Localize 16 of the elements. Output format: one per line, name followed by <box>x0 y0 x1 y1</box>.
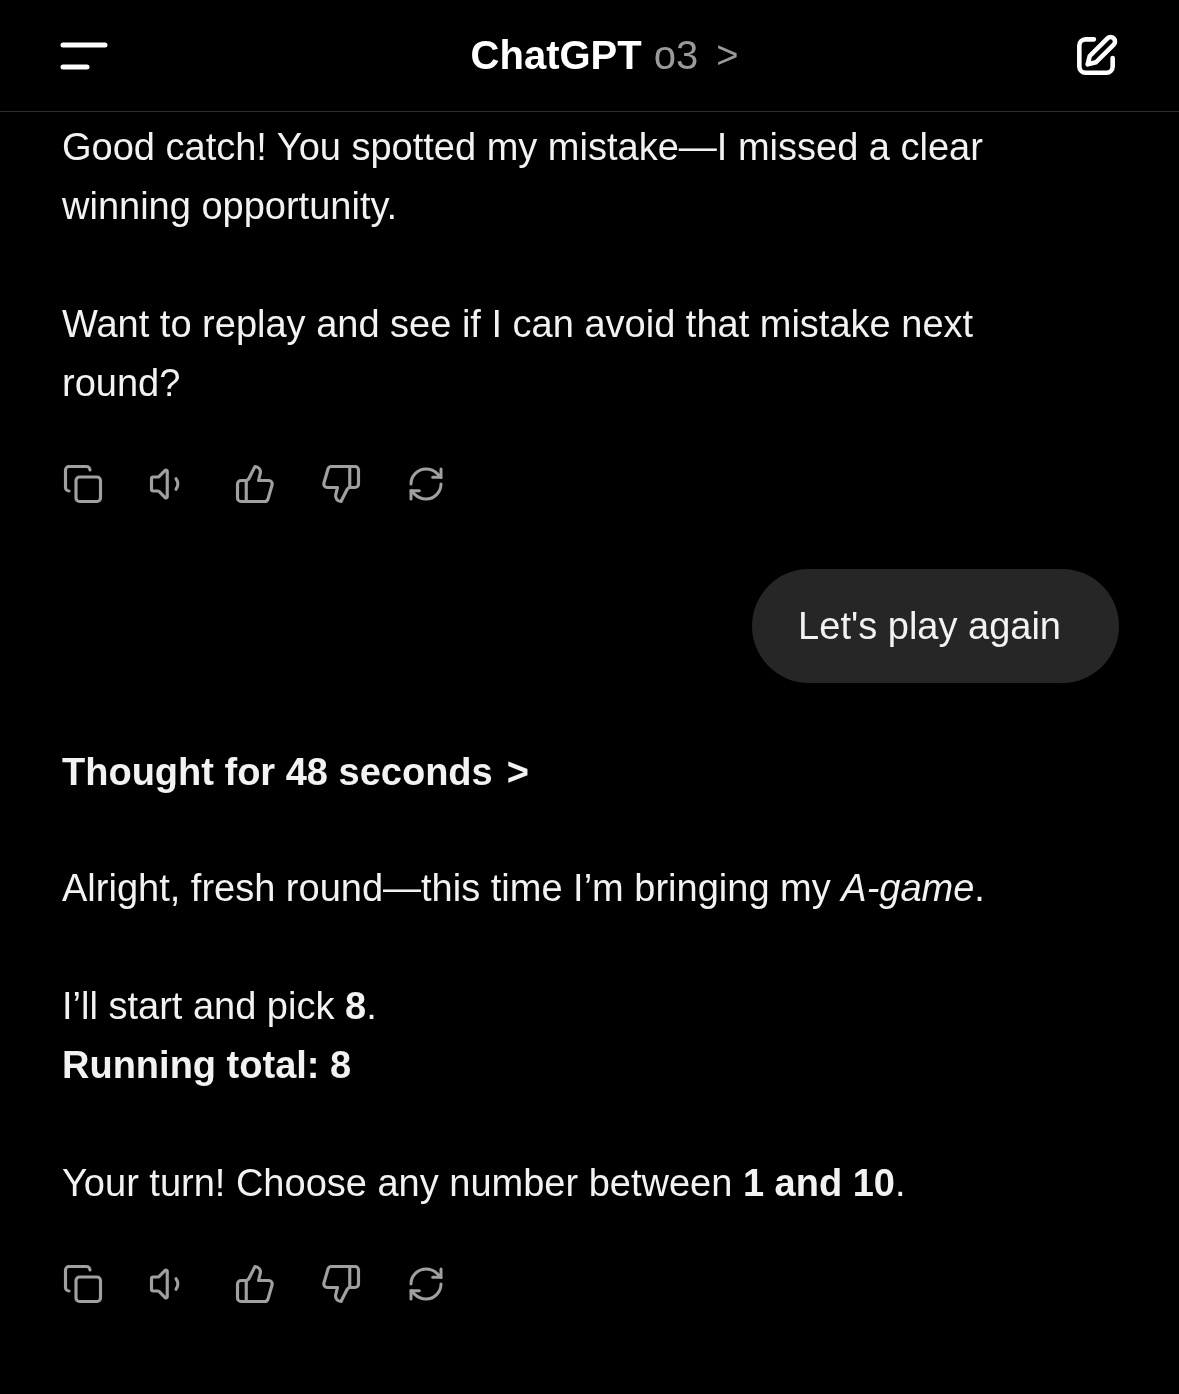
thought-toggle[interactable]: Thought for 48 seconds > <box>62 743 529 802</box>
copy-icon[interactable] <box>62 1263 104 1305</box>
thumbs-down-icon[interactable] <box>320 1263 362 1305</box>
thumbs-up-icon[interactable] <box>234 463 276 505</box>
message-text: Your turn! Choose any number between 1 and 10. <box>62 1161 907 1206</box>
message-text: Alright, fresh round—this time I’m bringing my A-game. <box>62 866 986 911</box>
message-text: I’ll start and pick 8. <box>62 984 378 1029</box>
menu-icon[interactable] <box>60 40 108 71</box>
message-text: Good catch! You spotted my mistake—I missed a clear winning opportunity. <box>62 125 984 229</box>
model-selector[interactable]: ChatGPT o3 > <box>470 33 739 78</box>
message-text: Running total: 8 <box>62 1043 353 1088</box>
message-text: Want to replay and see if I can avoid that mistake next round? <box>62 302 975 406</box>
user-message: Let's play again <box>752 569 1119 683</box>
thumbs-up-icon[interactable] <box>234 1263 276 1305</box>
thumbs-down-icon[interactable] <box>320 463 362 505</box>
copy-icon[interactable] <box>62 463 104 505</box>
